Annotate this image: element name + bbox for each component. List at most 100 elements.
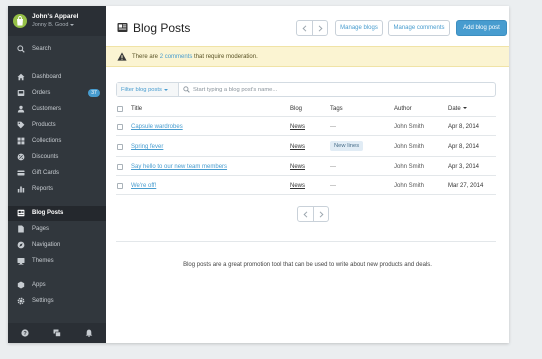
warning-icon <box>117 52 127 61</box>
prev-page-button[interactable] <box>298 207 313 221</box>
sidebar-item-products[interactable]: Products <box>8 118 106 133</box>
chat-icon[interactable] <box>53 329 61 337</box>
sidebar-item-dashboard[interactable]: Dashboard <box>8 70 106 85</box>
tags-cell: — <box>330 164 336 170</box>
sidebar-item-label: Customers <box>32 106 62 112</box>
filter-blog-posts-dropdown[interactable]: Filter blog posts <box>117 83 179 96</box>
next-page-button[interactable] <box>313 207 328 221</box>
post-title-link[interactable]: Capsule wardrobes <box>131 124 183 130</box>
search-input[interactable] <box>193 83 483 96</box>
column-title[interactable]: Title <box>131 106 142 112</box>
sidebar-item-pages[interactable]: Pages <box>8 222 106 237</box>
sidebar-item-label: Reports <box>32 186 54 192</box>
alert-message: There are 2 comments that require modera… <box>132 54 258 60</box>
table-pagination <box>297 206 329 222</box>
section-divider <box>116 241 496 242</box>
column-date[interactable]: Date <box>448 106 467 112</box>
sidebar-item-label: Discounts <box>32 154 59 160</box>
moderation-alert: There are 2 comments that require modera… <box>106 46 509 67</box>
themes-icon <box>17 258 25 265</box>
reports-icon <box>17 186 25 193</box>
sidebar-item-label: Dashboard <box>32 74 62 80</box>
select-all-checkbox[interactable] <box>117 106 123 112</box>
chevron-left-icon <box>303 210 308 218</box>
blog-posts-tip: Blog posts are a great promotion tool th… <box>183 262 432 268</box>
sidebar-item-navigation[interactable]: Navigation <box>8 238 106 253</box>
sidebar-item-label: Apps <box>32 282 46 288</box>
sidebar-item-customers[interactable]: Customers <box>8 102 106 117</box>
sidebar-item-gift-cards[interactable]: Gift Cards <box>8 166 106 181</box>
tags-cell: — <box>330 183 336 189</box>
sidebar-item-label: Themes <box>32 258 54 264</box>
search-icon <box>183 86 190 93</box>
row-checkbox[interactable] <box>117 124 123 130</box>
add-blog-post-button[interactable]: Add blog post <box>456 20 507 36</box>
post-title-link[interactable]: Say hello to our new team members <box>131 164 227 170</box>
blog-icon <box>117 23 128 32</box>
main-content: Blog Posts Manage blogs Manage comments … <box>106 6 509 343</box>
bell-icon[interactable] <box>85 329 93 337</box>
sidebar-item-label: Gift Cards <box>32 170 60 176</box>
chevron-left-icon <box>302 24 307 32</box>
sidebar-item-settings[interactable]: Settings <box>8 294 106 309</box>
store-switcher[interactable]: John's Apparel Jonny B. Good <box>8 6 106 36</box>
filter-bar: Filter blog posts <box>116 82 496 97</box>
navigation-icon <box>17 241 25 249</box>
blog-link[interactable]: News <box>290 144 305 150</box>
store-name: John's Apparel <box>32 13 79 20</box>
author-cell: John Smith <box>394 183 425 189</box>
help-icon[interactable]: ? <box>21 329 29 337</box>
sidebar-item-label: Pages <box>32 226 50 232</box>
chevron-right-icon <box>319 210 324 218</box>
tag-pill[interactable]: New lines <box>330 141 364 151</box>
sidebar-search[interactable]: Search <box>8 40 106 58</box>
apps-icon <box>17 281 25 289</box>
search-icon <box>17 45 25 53</box>
column-author[interactable]: Author <box>394 106 412 112</box>
store-user: Jonny B. Good <box>32 22 75 28</box>
chevron-down-icon <box>163 88 168 91</box>
gear-icon <box>17 297 25 305</box>
tag-icon <box>17 121 25 129</box>
table-header: Title Blog Tags Author Date <box>116 101 496 117</box>
page-title: Blog Posts <box>133 21 191 35</box>
pages-icon <box>18 225 24 233</box>
sidebar-item-themes[interactable]: Themes <box>8 254 106 269</box>
prev-page-button[interactable] <box>297 21 312 35</box>
table-row: Spring fever News New lines John Smith A… <box>116 137 496 157</box>
author-cell: John Smith <box>394 164 425 170</box>
post-title-link[interactable]: Spring fever <box>131 144 163 150</box>
post-title-link[interactable]: We're off! <box>131 183 156 189</box>
sidebar-item-collections[interactable]: Collections <box>8 134 106 149</box>
sidebar: John's Apparel Jonny B. Good Search Dash… <box>8 6 106 343</box>
blog-link[interactable]: News <box>290 124 305 130</box>
comments-link[interactable]: 2 comments <box>160 54 193 60</box>
discount-icon <box>17 153 25 161</box>
date-cell: Apr 8, 2014 <box>448 124 480 130</box>
blog-link[interactable]: News <box>290 164 305 170</box>
inbox-icon <box>17 90 25 96</box>
sidebar-item-label: Collections <box>32 138 62 144</box>
gift-card-icon <box>17 170 25 176</box>
sidebar-item-reports[interactable]: Reports <box>8 182 106 197</box>
manage-blogs-button[interactable]: Manage blogs <box>335 20 383 36</box>
column-tags[interactable]: Tags <box>330 106 343 112</box>
home-icon <box>17 73 25 81</box>
blog-link[interactable]: News <box>290 183 305 189</box>
author-cell: John Smith <box>394 124 425 130</box>
chevron-down-icon <box>70 23 75 26</box>
column-blog[interactable]: Blog <box>290 106 302 112</box>
sidebar-item-label: Settings <box>32 298 54 304</box>
sidebar-item-orders[interactable]: Orders 37 <box>8 86 106 101</box>
header-pagination <box>296 20 328 36</box>
sidebar-item-apps[interactable]: Apps <box>8 278 106 293</box>
sort-desc-icon <box>462 107 467 110</box>
manage-comments-button[interactable]: Manage comments <box>388 20 450 36</box>
row-checkbox[interactable] <box>117 164 123 170</box>
sidebar-item-discounts[interactable]: Discounts <box>8 150 106 165</box>
sidebar-item-blog-posts[interactable]: Blog Posts <box>8 206 106 221</box>
collections-icon <box>17 137 25 145</box>
row-checkbox[interactable] <box>117 144 123 150</box>
next-page-button[interactable] <box>312 21 327 35</box>
row-checkbox[interactable] <box>117 183 123 189</box>
